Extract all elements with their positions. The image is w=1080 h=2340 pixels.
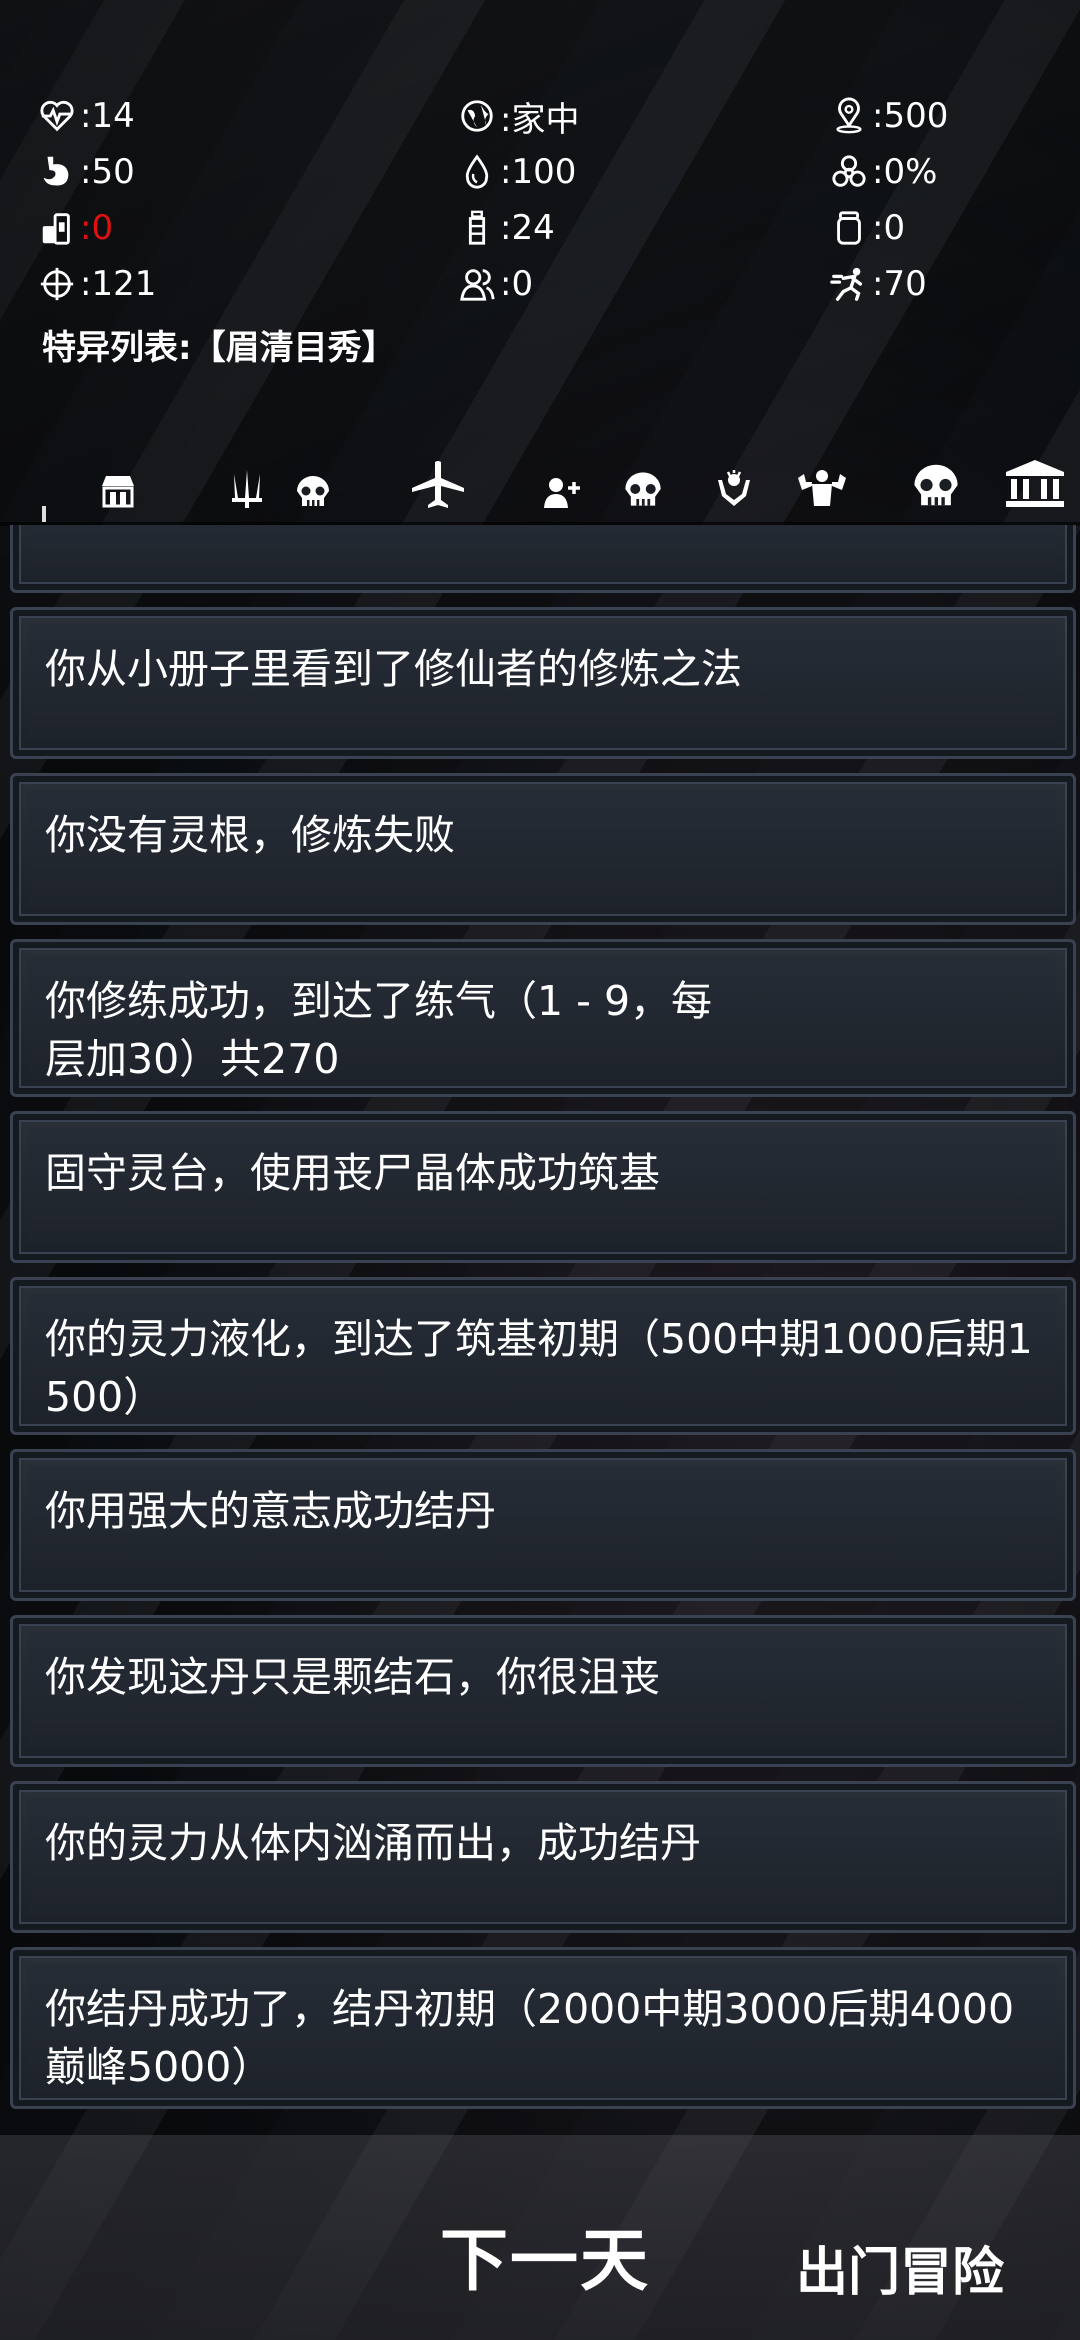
speed-value: :70 xyxy=(872,264,927,304)
hunger-stat: :50 xyxy=(38,152,458,192)
log-entry: 固守灵台，使用丧尸晶体成功筑基 xyxy=(10,1111,1076,1263)
skull-icon[interactable] xyxy=(622,470,664,508)
stats-row: :121 :0 :70 xyxy=(38,256,1058,312)
water-stat: :24 xyxy=(458,208,830,248)
skull-icon[interactable] xyxy=(294,474,332,508)
tab-scroll-indicator xyxy=(42,506,46,522)
thirst-stat: :100 xyxy=(458,152,830,192)
crosshair-icon xyxy=(40,267,74,301)
event-log[interactable]: 你从小册子里看到了修仙者的修炼之法 你没有灵根，修炼失败 你修练成功，到达了练气… xyxy=(0,525,1080,2135)
biohazard-icon xyxy=(832,155,866,187)
log-entry: 你的灵力液化，到达了筑基初期（500中期1000后期1500） xyxy=(10,1277,1076,1435)
speed-stat: :70 xyxy=(830,264,1058,304)
next-day-button[interactable]: 下一天 xyxy=(440,2205,650,2304)
stomach-icon xyxy=(43,156,69,186)
distance-stat: :500 xyxy=(830,96,1058,136)
location-stat: :家中 xyxy=(458,92,830,141)
supply-value: :0 xyxy=(872,208,906,248)
log-entry-text: 你发现这丹只是颗结石，你很沮丧 xyxy=(45,1653,660,1701)
water-value: :24 xyxy=(500,208,555,248)
log-entry-text: 你没有灵根，修炼失败 xyxy=(45,811,455,859)
running-icon xyxy=(830,267,863,301)
thirst-value: :100 xyxy=(500,152,577,192)
log-entry: 你用强大的意志成功结丹 xyxy=(10,1449,1076,1601)
water-drop-icon xyxy=(465,154,489,189)
log-entry-text: 你的灵力从体内汹涌而出，成功结丹 xyxy=(45,1819,701,1867)
distance-value: :500 xyxy=(872,96,949,136)
log-entry: 你的灵力从体内汹涌而出，成功结丹 xyxy=(10,1781,1076,1933)
log-entry-text: 固守灵台，使用丧尸晶体成功筑基 xyxy=(45,1149,660,1197)
log-entry: 你结丹成功了，结丹初期（2000中期3000后期4000巅峰5000） xyxy=(10,1947,1076,2109)
log-entry: 你从小册子里看到了修仙者的修炼之法 xyxy=(10,607,1076,759)
bank-icon[interactable] xyxy=(1004,458,1066,508)
add-user-icon[interactable] xyxy=(542,476,582,508)
stats-row: :0 :24 :0 xyxy=(38,200,1058,256)
location-value: :家中 xyxy=(500,99,580,140)
water-bottle-icon xyxy=(468,210,486,245)
weapons-icon[interactable] xyxy=(226,468,268,508)
stats-row: :50 :100 :0% xyxy=(38,144,1058,200)
stats-panel: :14 :家中 :500 :50 :100 :0% :0:24:0:121… xyxy=(38,88,1058,312)
companion-stat: :0 xyxy=(458,264,830,304)
log-entry: 你发现这丹只是颗结石，你很沮丧 xyxy=(10,1615,1076,1767)
log-entry-text: 你的灵力液化，到达了筑基初期（500中期1000后期1500） xyxy=(45,1315,1033,1421)
hands-icon[interactable] xyxy=(714,470,754,508)
log-entry xyxy=(10,525,1076,593)
map-pin-icon xyxy=(836,97,862,134)
log-entry-text: 你用强大的意志成功结丹 xyxy=(45,1487,496,1535)
food-value: :0 xyxy=(80,208,114,248)
aim-value: :121 xyxy=(80,264,157,304)
jar-icon xyxy=(837,211,861,245)
aim-stat: :121 xyxy=(38,264,458,304)
food-icon xyxy=(42,213,70,245)
go-out-button[interactable]: 出门冒险 xyxy=(796,2230,1004,2305)
globe-icon xyxy=(461,100,493,132)
skull-icon[interactable] xyxy=(910,462,962,508)
hunger-value: :50 xyxy=(80,152,135,192)
people-icon xyxy=(460,269,495,301)
infection-stat: :0% xyxy=(830,152,1058,192)
supply-stat: :0 xyxy=(830,208,1058,248)
health-stat: :14 xyxy=(38,96,458,136)
food-stat: :0 xyxy=(38,208,458,248)
log-entry: 你修练成功，到达了练气（1 - 9，每层加30）共270 xyxy=(10,939,1076,1097)
log-entry-text: 你从小册子里看到了修仙者的修炼之法 xyxy=(45,645,742,693)
tab-bar xyxy=(0,440,1080,530)
airplane-icon[interactable] xyxy=(410,460,466,508)
heartbeat-icon xyxy=(40,100,74,132)
companion-value: :0 xyxy=(500,264,534,304)
log-entry: 你没有灵根，修炼失败 xyxy=(10,773,1076,925)
log-entry-text: 你修练成功，到达了练气（1 - 9，每层加30）共270 xyxy=(45,977,713,1083)
muscle-icon[interactable] xyxy=(794,468,850,508)
trait-list: 特异列表:【眉清目秀】 xyxy=(42,328,396,368)
stats-row: :14 :家中 :500 xyxy=(38,88,1058,144)
health-value: :14 xyxy=(80,96,135,136)
log-entry-text: 你结丹成功了，结丹初期（2000中期3000后期4000巅峰5000） xyxy=(45,1985,1015,2091)
shop-icon[interactable] xyxy=(100,474,136,508)
infection-value: :0% xyxy=(872,152,938,192)
